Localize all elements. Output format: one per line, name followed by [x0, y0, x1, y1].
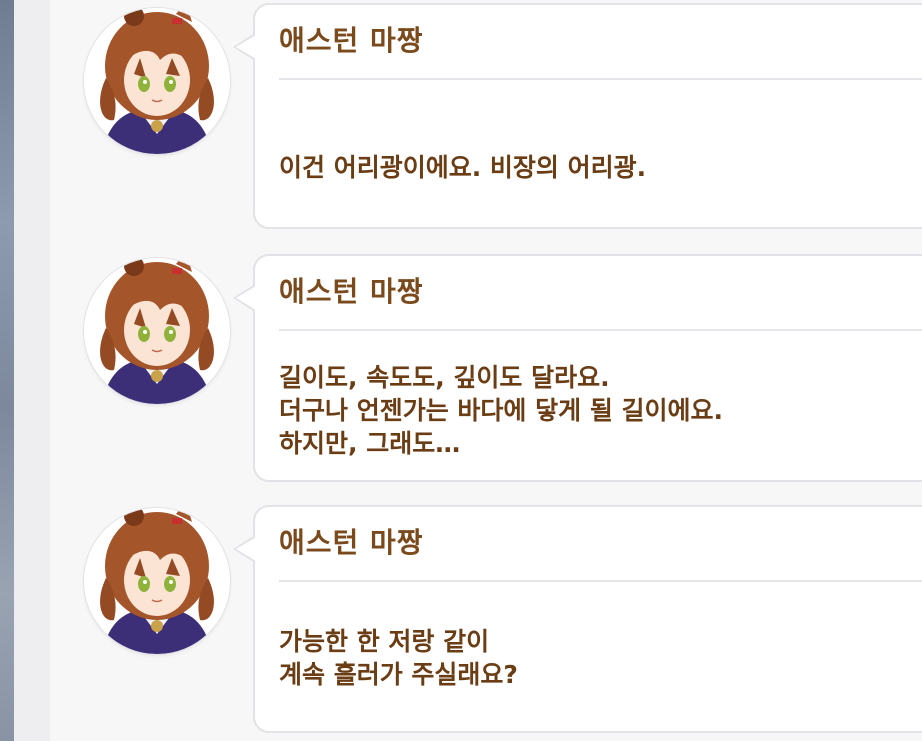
dialogue-line: 이건 어리광이에요. 비장의 어리광.	[279, 153, 647, 182]
background-strip	[0, 0, 14, 741]
character-avatar	[84, 8, 230, 154]
left-gutter	[14, 0, 50, 741]
divider	[279, 78, 922, 80]
dialogue-line: 더구나 언젠가는 바다에 닿게 될 길이에요.	[279, 396, 724, 425]
speaker-name: 애스턴 마짱	[279, 24, 424, 57]
dialogue-line: 하지만, 그래도…	[279, 429, 461, 458]
bubble-tail	[233, 284, 256, 312]
dialogue-bubble: 애스턴 마짱 가능한 한 저랑 같이 계속 흘러가 주실래요?	[233, 505, 922, 733]
character-avatar	[84, 508, 230, 654]
speaker-name: 애스턴 마짱	[279, 275, 424, 308]
bubble-tail	[233, 535, 256, 563]
character-portrait-icon	[84, 8, 230, 154]
character-portrait-icon	[84, 258, 230, 404]
divider	[279, 580, 922, 582]
character-portrait-icon	[84, 508, 230, 654]
speaker-name: 애스턴 마짱	[279, 526, 424, 559]
dialogue-line: 가능한 한 저랑 같이	[279, 627, 490, 656]
divider	[279, 329, 922, 331]
bubble-tail	[233, 33, 256, 61]
dialogue-line: 길이도, 속도도, 깊이도 달라요.	[279, 363, 610, 392]
dialogue-line: 계속 흘러가 주실래요?	[279, 660, 518, 689]
dialogue-bubble: 애스턴 마짱 길이도, 속도도, 깊이도 달라요. 더구나 언젠가는 바다에 닿…	[233, 254, 922, 482]
dialogue-bubble: 애스턴 마짱 이건 어리광이에요. 비장의 어리광.	[233, 3, 922, 229]
character-avatar	[84, 258, 230, 404]
